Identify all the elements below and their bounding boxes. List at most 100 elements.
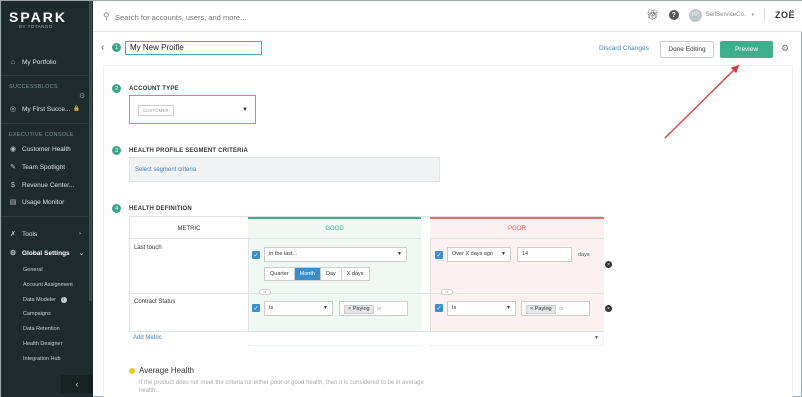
sidebar-item-label: Customer Health	[22, 145, 71, 153]
metric-name-contract-status: Contract Status	[134, 299, 176, 305]
value-tag: × Paying	[344, 305, 374, 314]
step-badge-1: 1	[112, 43, 121, 52]
sidebar-subitem-data-modeler[interactable]: Data Modeler i	[23, 297, 67, 303]
topbar: ⚲ 🎁︎ ? PP SelfServiceCo. ▾ ZOË	[93, 1, 802, 32]
caret-down-icon: ▼	[242, 107, 248, 113]
sidebar-subitem-account-assignment[interactable]: Account Assignment	[23, 282, 73, 288]
period-toggle: Quarter Month Day X days	[264, 267, 370, 281]
account-type-chip: CUSTOMER	[138, 105, 174, 116]
header-good: GOOD	[248, 217, 421, 239]
caret-down-icon: ▼	[501, 251, 506, 257]
search-input[interactable]	[115, 10, 415, 24]
account-switcher[interactable]: PP SelfServiceCo. ▾	[688, 8, 754, 22]
caret-down-icon: ▼	[397, 251, 402, 257]
sidebar-item-team-spotlight[interactable]: ✎ Team Spotlight	[1, 160, 93, 174]
preview-button[interactable]: Preview	[720, 41, 773, 58]
logo[interactable]: SPARK BY TOTANGO	[9, 9, 67, 29]
divider	[1, 75, 93, 76]
select-segment-criteria-link[interactable]: Select segment criteria	[135, 167, 196, 173]
sidebar-subitem-integration-hub[interactable]: Integration Hub	[23, 356, 61, 362]
sidebar-item-global-settings[interactable]: ⚙ Global Settings ⌄	[1, 246, 93, 260]
column-gap	[421, 217, 430, 346]
gear-icon: ⚙	[9, 250, 17, 257]
remove-metric-icon[interactable]: ×	[605, 305, 612, 312]
collapse-sidebar-button[interactable]: ‹	[61, 375, 93, 393]
poor-select-last-touch[interactable]: Over X days ago ▼	[447, 247, 511, 262]
chevron-down-icon: ▾	[751, 12, 754, 18]
step-badge-3: 3	[112, 146, 121, 155]
good-checkbox-contract-status[interactable]: ✓	[252, 304, 260, 312]
done-editing-button[interactable]: Done Editing	[660, 41, 714, 58]
sidebar-item-my-portfolio[interactable]: ⌂ My Portfolio	[1, 55, 93, 69]
sidebar-item-revenue-center[interactable]: $ Revenue Center...	[1, 178, 93, 192]
chevron-right-icon: ›	[79, 231, 81, 237]
or-separator-pill: or	[441, 289, 453, 295]
discard-changes-link[interactable]: Discard Changes	[599, 45, 649, 52]
zoe-brand[interactable]: ZOË	[775, 10, 795, 20]
period-month-button[interactable]: Month	[294, 268, 321, 280]
sidebar-subitem-health-designer[interactable]: Health Designer	[23, 341, 62, 347]
search-icon: ⚲	[103, 11, 110, 21]
gear-icon[interactable]: ⚙	[781, 43, 789, 54]
avatar: PP	[688, 8, 702, 22]
sidebar-item-tools[interactable]: ✗ Tools ›	[1, 227, 93, 241]
poor-checkbox-contract-status[interactable]: ✓	[435, 304, 443, 312]
metric-name-last-touch: Last touch	[134, 245, 162, 251]
period-x-days-button[interactable]: X days	[341, 268, 369, 280]
logo-text: SPARK	[9, 9, 67, 25]
sidebar-item-label: My Portfolio	[22, 58, 57, 66]
settings-small-icon[interactable]: ⚙	[79, 92, 85, 100]
sidebar-item-label: Tools	[22, 230, 38, 238]
add-metric-select[interactable]: Add Metric ▼	[129, 331, 603, 345]
help-icon[interactable]: ?	[668, 10, 679, 20]
poor-checkbox-last-touch[interactable]: ✓	[435, 251, 443, 259]
sidebar-item-label: Global Settings	[22, 249, 70, 257]
portfolio-icon: ⌂	[10, 58, 16, 66]
good-checkbox-last-touch[interactable]: ✓	[252, 251, 260, 259]
tag-label: Paying	[352, 306, 370, 312]
usage-icon: ▤	[9, 199, 17, 206]
section-title-health-definition: HEALTH DEFINITION	[129, 206, 192, 212]
caret-down-icon: ▼	[506, 305, 511, 311]
good-values-input[interactable]: × Paying or	[339, 301, 408, 316]
successbloc-icon: ◎	[9, 106, 17, 113]
select-value: Is	[269, 305, 274, 311]
header-metric: METRIC	[130, 217, 248, 239]
sidebar: SPARK BY TOTANGO ⌂ My Portfolio SUCCESSB…	[1, 1, 93, 397]
back-chevron-icon[interactable]: ‹	[101, 42, 104, 53]
segment-criteria-box: Select segment criteria	[129, 157, 440, 182]
section-label-executive-console: EXECUTIVE CONSOLE	[9, 132, 74, 138]
sidebar-item-first-success[interactable]: ◎ My First Succe... 🔒	[1, 102, 93, 116]
row-divider	[130, 293, 604, 294]
or-separator-pill: or	[259, 289, 271, 295]
select-value: Over X days ago	[452, 251, 493, 257]
profile-name-input[interactable]: My New Proifle	[125, 41, 262, 55]
select-value: Is	[452, 305, 457, 311]
sidebar-subitem-general[interactable]: General	[23, 267, 43, 273]
caret-down-icon: ▼	[323, 305, 328, 311]
sidebar-subitem-campaigns[interactable]: Campaigns	[23, 311, 51, 317]
days-unit-label: days	[578, 252, 590, 258]
sidebar-item-usage-monitor[interactable]: ▤ Usage Monitor	[1, 195, 93, 209]
sidebar-subitem-data-retention[interactable]: Data Retention	[23, 326, 60, 332]
period-quarter-button[interactable]: Quarter	[265, 268, 295, 280]
good-select-contract-status[interactable]: Is ▼	[264, 301, 333, 316]
step-badge-2: 2	[112, 84, 121, 93]
section-label-successblocs: SUCCESSBLOCS	[9, 84, 58, 90]
poor-values-input[interactable]: × Paying or	[521, 301, 590, 316]
chevron-down-icon: ⌄	[79, 250, 85, 257]
sidebar-item-label: My First Succe...	[22, 105, 71, 113]
sidebar-item-label: Revenue Center...	[22, 181, 75, 189]
divider	[1, 123, 93, 124]
spotlight-icon: ✎	[10, 164, 16, 171]
gift-icon[interactable]: 🎁︎	[646, 10, 659, 21]
sidebar-item-customer-health[interactable]: ◉ Customer Health	[1, 142, 93, 156]
remove-metric-icon[interactable]: ×	[605, 261, 612, 268]
poor-select-contract-status[interactable]: Is ▼	[447, 301, 516, 316]
period-day-button[interactable]: Day	[320, 268, 342, 280]
good-select-last-touch[interactable]: in the last... ▼	[264, 247, 407, 262]
info-icon: i	[60, 297, 67, 303]
poor-days-input[interactable]: 14	[517, 247, 572, 262]
account-type-select[interactable]: CUSTOMER ▼	[129, 95, 256, 124]
divider	[763, 8, 765, 22]
